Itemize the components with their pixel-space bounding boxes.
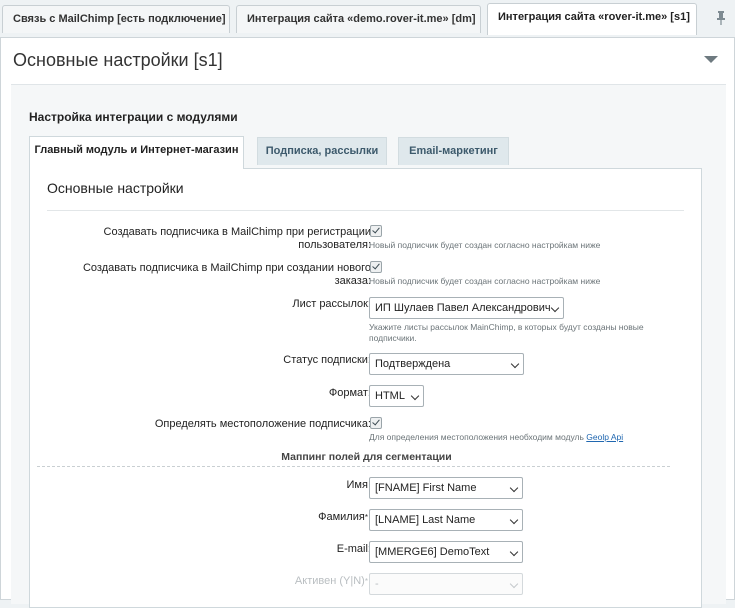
settings-panel: Основные настройки Создавать подписчика … bbox=[29, 168, 702, 608]
settings-card: Основные настройки [s1] Настройка интегр… bbox=[0, 37, 735, 608]
pin-icon[interactable] bbox=[712, 10, 730, 28]
tab-label: Связь с MailChimp [есть подключение] bbox=[13, 13, 226, 25]
label-line: Создавать подписчика в MailChimp при рег… bbox=[103, 226, 371, 238]
create-on-register-checkbox[interactable] bbox=[370, 225, 382, 237]
create-on-order-label: Создавать подписчика в MailChimp при соз… bbox=[83, 262, 371, 288]
label-line: пользователя: bbox=[298, 239, 371, 251]
chevron-down-icon bbox=[509, 515, 519, 525]
tab-mailchimp-connection[interactable]: Связь с MailChimp [есть подключение] bbox=[2, 5, 230, 33]
select-value: [MMERGE6] DemoText bbox=[375, 546, 490, 558]
page-title: Основные настройки [s1] bbox=[13, 50, 223, 70]
mailing-list-label: Лист рассылок: bbox=[292, 298, 371, 310]
select-value: HTML bbox=[375, 390, 405, 402]
detect-location-label: Определять местоположение подписчика: bbox=[154, 418, 371, 430]
detect-location-checkbox[interactable] bbox=[370, 417, 382, 429]
tab-site-integration-s1[interactable]: Интеграция сайта «rover-it.me» [s1] bbox=[487, 3, 697, 35]
subscription-status-select[interactable]: Подтверждена bbox=[369, 353, 524, 375]
tab-email-marketing[interactable]: Email-маркетинг bbox=[398, 137, 509, 165]
create-on-register-label: Создавать подписчика в MailChimp при рег… bbox=[104, 226, 371, 252]
check-icon bbox=[372, 261, 380, 270]
tab-label: Интеграция сайта «demo.rover-it.me» [dm] bbox=[247, 13, 476, 25]
create-on-order-hint: Новый подписчик будет создан согласно на… bbox=[369, 276, 601, 286]
label-line: Создавать подписчика в MailChimp при соз… bbox=[82, 262, 371, 274]
mapping-heading: Маппинг полей для сегментации bbox=[281, 451, 452, 463]
create-on-register-hint: Новый подписчик будет создан согласно на… bbox=[369, 240, 601, 250]
check-icon bbox=[372, 225, 380, 234]
panel-title: Основные настройки bbox=[47, 180, 184, 196]
format-label: Формат: bbox=[328, 387, 371, 399]
dashed-divider bbox=[37, 466, 670, 467]
chevron-down-icon bbox=[550, 303, 560, 313]
hint-text: Для определения местоположения необходим… bbox=[369, 432, 587, 442]
tab-subscriptions[interactable]: Подписка, рассылки bbox=[257, 137, 387, 165]
chevron-down-icon bbox=[510, 359, 520, 369]
subscription-status-label: Статус подписки: bbox=[283, 354, 371, 366]
chevron-down-icon bbox=[509, 579, 519, 589]
name-mapping-select[interactable]: [FNAME] First Name bbox=[369, 477, 523, 499]
surname-mapping-select[interactable]: [LNAME] Last Name bbox=[369, 509, 523, 531]
detect-location-hint: Для определения местоположения необходим… bbox=[369, 432, 669, 443]
chevron-down-icon bbox=[509, 483, 519, 493]
hint-line: Укажите листы рассылок MainChimp, в кото… bbox=[369, 322, 644, 332]
top-tab-bar: Связь с MailChimp [есть подключение] Инт… bbox=[0, 0, 735, 38]
active-field-label: Активен (Y|N)*: bbox=[295, 575, 371, 588]
divider bbox=[47, 210, 684, 211]
create-on-order-checkbox[interactable] bbox=[370, 261, 382, 273]
select-value: [LNAME] Last Name bbox=[375, 514, 476, 526]
tab-label: Главный модуль и Интернет-магазин bbox=[34, 144, 239, 156]
format-select[interactable]: HTML bbox=[369, 385, 424, 407]
select-value: ИП Шулаев Павел Александрович bbox=[375, 302, 551, 314]
active-mapping-select[interactable]: - bbox=[369, 573, 523, 595]
collapse-arrow-icon[interactable] bbox=[704, 56, 718, 63]
surname-field-label: Фамилия*: bbox=[318, 511, 371, 524]
label-text: Фамилия bbox=[318, 511, 365, 523]
name-field-label: Имя: bbox=[346, 479, 371, 491]
email-field-label: E-mail: bbox=[336, 543, 371, 555]
geoip-api-link[interactable]: Geolp Api bbox=[586, 432, 623, 442]
tab-label: Подписка, рассылки bbox=[265, 145, 379, 157]
mailing-list-hint: Укажите листы рассылок MainChimp, в кото… bbox=[369, 322, 669, 344]
check-icon bbox=[372, 417, 380, 426]
tab-label: Интеграция сайта «rover-it.me» [s1] bbox=[498, 11, 690, 23]
select-value: Подтверждена bbox=[375, 358, 451, 370]
integration-section: Настройка интеграции с модулями Главный … bbox=[11, 84, 726, 608]
tab-main-module[interactable]: Главный модуль и Интернет-магазин bbox=[29, 136, 244, 169]
chevron-down-icon bbox=[410, 391, 420, 401]
email-mapping-select[interactable]: [MMERGE6] DemoText bbox=[369, 541, 523, 563]
label-text: Активен (Y|N) bbox=[294, 575, 365, 587]
mailing-list-select[interactable]: ИП Шулаев Павел Александрович bbox=[369, 297, 564, 319]
chevron-down-icon bbox=[509, 547, 519, 557]
section-title: Настройка интеграции с модулями bbox=[29, 110, 238, 124]
tab-label: Email-маркетинг bbox=[409, 145, 498, 157]
label-line: заказа: bbox=[334, 275, 371, 287]
tab-demo-site-integration[interactable]: Интеграция сайта «demo.rover-it.me» [dm] bbox=[236, 5, 481, 33]
select-value: [FNAME] First Name bbox=[375, 482, 477, 494]
hint-line: подписчики. bbox=[369, 333, 417, 343]
select-value: - bbox=[375, 578, 379, 590]
